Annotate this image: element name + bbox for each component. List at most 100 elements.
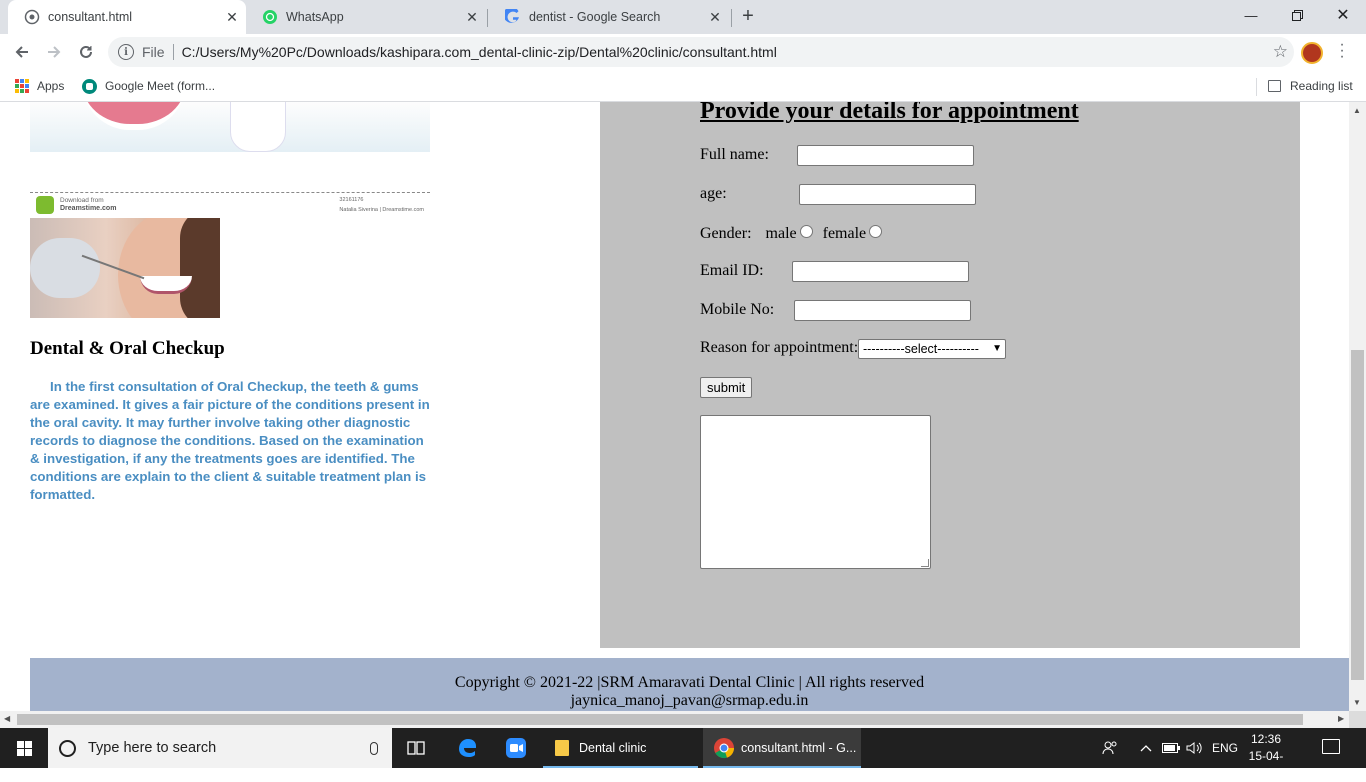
close-window-icon[interactable]: ✕ xyxy=(1320,0,1366,30)
photo-glove xyxy=(30,238,100,298)
reason-selected: ----------select---------- xyxy=(863,342,979,356)
tab-separator xyxy=(487,9,488,27)
scroll-up-icon[interactable]: ▲ xyxy=(1353,106,1361,115)
reason-select[interactable]: ----------select---------- ▼ xyxy=(858,339,1006,359)
vertical-scrollbar[interactable]: ▲ ▼ xyxy=(1349,102,1366,711)
gender-female-radio[interactable] xyxy=(869,225,883,238)
microphone-icon[interactable] xyxy=(370,741,378,755)
minimize-icon[interactable]: — xyxy=(1228,0,1274,30)
section-text: In the first consultation of Oral Checku… xyxy=(30,379,430,502)
mobile-label: Mobile No: xyxy=(700,301,775,318)
language-indicator[interactable]: ENG xyxy=(1212,728,1238,768)
scroll-left-icon[interactable]: ◀ xyxy=(4,714,10,723)
tab-title: consultant.html xyxy=(48,10,133,24)
tab-google-search[interactable]: dentist - Google Search ✕ xyxy=(489,0,729,34)
footer-email[interactable]: jaynica_manoj_pavan@srmap.edu.in xyxy=(30,692,1349,710)
tab-whatsapp[interactable]: WhatsApp ✕ xyxy=(246,0,486,34)
scroll-right-icon[interactable]: ▶ xyxy=(1338,714,1344,723)
hero-lips-graphic xyxy=(82,102,186,130)
windows-logo-icon xyxy=(16,740,32,756)
site-info-icon[interactable]: i xyxy=(118,44,134,60)
hero-tooth-graphic xyxy=(230,102,286,152)
profile-avatar[interactable] xyxy=(1301,42,1323,64)
scrollbar-corner xyxy=(1349,711,1366,728)
submit-button[interactable]: submit xyxy=(700,377,753,398)
hero-image-lower xyxy=(30,152,430,192)
edge-icon[interactable] xyxy=(443,728,491,768)
bookmark-apps[interactable]: Apps xyxy=(15,77,64,95)
clock-time: 12:36 xyxy=(1250,732,1282,746)
close-tab-icon[interactable]: ✕ xyxy=(464,9,480,25)
watermark-line1: Download from xyxy=(60,197,104,204)
taskbar-app-chrome[interactable]: consultant.html - G... xyxy=(703,728,861,768)
battery-icon[interactable] xyxy=(1162,728,1180,768)
taskbar-search-placeholder: Type here to search xyxy=(88,740,217,756)
reload-icon[interactable] xyxy=(72,38,100,66)
gender-female-label: female xyxy=(822,225,867,242)
google-meet-icon xyxy=(82,78,97,94)
bookmarks-bar: Apps Google Meet (form... Reading list xyxy=(0,71,1366,102)
notification-center-icon[interactable] xyxy=(1322,739,1340,754)
new-tab-icon[interactable]: + xyxy=(737,5,759,27)
chrome-icon xyxy=(713,737,735,759)
gender-male-label: male xyxy=(765,225,797,242)
mobile-input[interactable] xyxy=(794,300,971,321)
age-label: age: xyxy=(700,185,727,202)
bookmark-star-icon[interactable]: ☆ xyxy=(1273,42,1288,62)
appointment-form: Provide your details for appointment Ful… xyxy=(600,102,1300,648)
browser-toolbar: i File C:/Users/My%20Pc/Downloads/kaship… xyxy=(0,34,1366,71)
section-title: Dental & Oral Checkup xyxy=(30,338,225,359)
full-name-label: Full name: xyxy=(700,146,769,163)
vertical-scroll-thumb[interactable] xyxy=(1351,350,1364,680)
page-viewport: Download from Dreamstime.com 32161176 Na… xyxy=(0,102,1349,711)
horizontal-scroll-thumb[interactable] xyxy=(17,714,1303,725)
close-tab-icon[interactable]: ✕ xyxy=(224,9,240,25)
taskbar-app-label: consultant.html - G... xyxy=(741,741,857,755)
email-input[interactable] xyxy=(792,261,969,282)
email-label: Email ID: xyxy=(700,262,764,279)
hero-image xyxy=(30,102,430,152)
close-tab-icon[interactable]: ✕ xyxy=(707,9,723,25)
address-bar[interactable]: i File C:/Users/My%20Pc/Downloads/kaship… xyxy=(108,37,1294,67)
forward-icon[interactable] xyxy=(40,38,68,66)
taskbar-app-dental-clinic[interactable]: Dental clinic xyxy=(543,728,698,768)
reason-label: Reason for appointment: xyxy=(700,339,859,356)
reading-list-button[interactable]: Reading list xyxy=(1268,77,1353,95)
windows-taskbar: Type here to search Dental clinic consul… xyxy=(0,728,1366,780)
taskbar-clock[interactable]: 12:36 15-04-2021 xyxy=(1240,731,1292,782)
chevron-up-icon[interactable] xyxy=(1140,728,1152,768)
globe-icon xyxy=(24,9,40,25)
tab-separator xyxy=(731,9,732,27)
folder-icon xyxy=(555,740,569,756)
tab-consultant[interactable]: consultant.html ✕ xyxy=(8,0,246,34)
horizontal-scrollbar[interactable]: ◀ ▶ xyxy=(0,711,1349,728)
start-button[interactable] xyxy=(0,728,48,768)
taskbar-search-box[interactable]: Type here to search xyxy=(48,728,392,768)
task-view-icon[interactable] xyxy=(392,728,440,768)
form-title: Provide your details for appointment xyxy=(700,102,1079,124)
full-name-input[interactable] xyxy=(797,145,974,166)
comments-textarea[interactable] xyxy=(700,415,931,569)
bookmark-google-meet[interactable]: Google Meet (form... xyxy=(82,77,215,95)
back-icon[interactable] xyxy=(8,38,36,66)
scheme-label: File xyxy=(142,44,165,60)
scroll-down-icon[interactable]: ▼ xyxy=(1353,698,1361,707)
reading-list-icon xyxy=(1268,80,1281,92)
bookmark-label: Apps xyxy=(37,79,65,93)
clock-date: 15-04-2021 xyxy=(1248,749,1284,780)
menu-kebab-icon[interactable]: · · · xyxy=(1338,37,1346,65)
zoom-icon[interactable] xyxy=(492,728,540,768)
people-icon[interactable] xyxy=(1102,728,1118,768)
page-footer: Copyright © 2021-22 |SRM Amaravati Denta… xyxy=(30,658,1349,711)
chevron-down-icon: ▼ xyxy=(992,343,1002,354)
volume-icon[interactable] xyxy=(1186,728,1204,768)
dental-checkup-photo xyxy=(30,218,220,318)
restore-icon[interactable] xyxy=(1274,0,1320,30)
age-input[interactable] xyxy=(799,184,976,205)
gender-row: Gender: male female xyxy=(700,225,883,243)
watermark-credit: Natalia Siverina | Dreamstime.com xyxy=(339,207,424,213)
watermark-brand: Dreamstime.com xyxy=(60,205,117,212)
cortana-icon xyxy=(59,739,76,757)
url-text[interactable]: C:/Users/My%20Pc/Downloads/kashipara.com… xyxy=(182,44,777,60)
gender-male-radio[interactable] xyxy=(799,225,813,238)
